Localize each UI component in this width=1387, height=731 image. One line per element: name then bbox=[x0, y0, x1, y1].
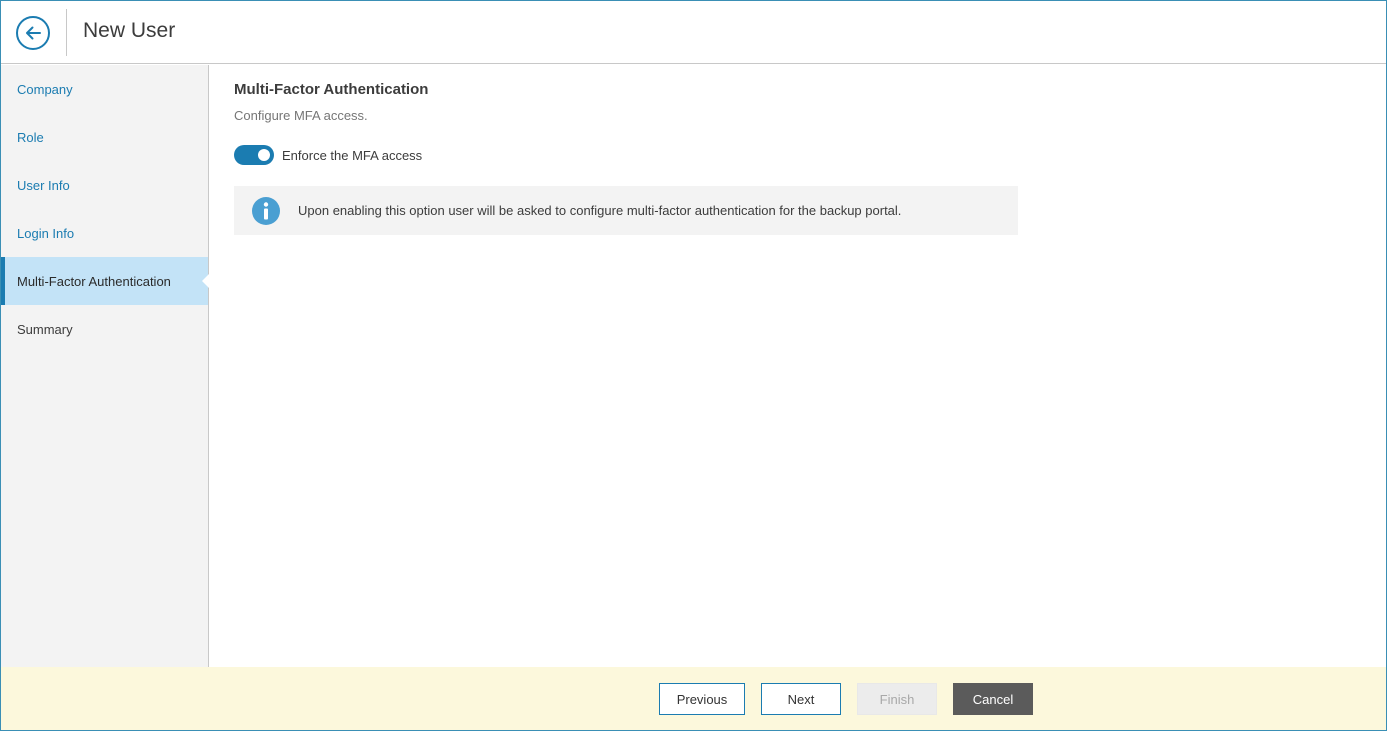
sidebar-item-summary[interactable]: Summary bbox=[1, 305, 208, 353]
sidebar-item-label: Company bbox=[17, 81, 73, 97]
back-button[interactable] bbox=[16, 16, 50, 50]
sidebar-item-role[interactable]: Role bbox=[1, 113, 208, 161]
sidebar-item-label: Summary bbox=[17, 321, 73, 337]
enforce-mfa-toggle[interactable] bbox=[234, 145, 274, 165]
info-message-box: Upon enabling this option user will be a… bbox=[234, 186, 1018, 235]
wizard-footer: Previous Next Finish Cancel bbox=[1, 667, 1386, 730]
cancel-button[interactable]: Cancel bbox=[953, 683, 1033, 715]
arrow-left-icon bbox=[26, 26, 41, 40]
enforce-mfa-label: Enforce the MFA access bbox=[282, 147, 423, 163]
enforce-mfa-row: Enforce the MFA access bbox=[234, 145, 422, 165]
info-icon bbox=[252, 196, 280, 225]
section-title: Multi-Factor Authentication bbox=[234, 81, 429, 98]
toggle-knob bbox=[258, 149, 270, 161]
sidebar-item-multi-factor-authentication[interactable]: Multi-Factor Authentication bbox=[1, 257, 209, 305]
header-divider bbox=[66, 9, 67, 56]
next-button[interactable]: Next bbox=[761, 683, 841, 715]
sidebar-item-login-info[interactable]: Login Info bbox=[1, 209, 208, 257]
finish-button[interactable]: Finish bbox=[857, 683, 937, 715]
info-message-text: Upon enabling this option user will be a… bbox=[298, 203, 902, 218]
new-user-wizard-window: New User Company Role User Info Login In… bbox=[0, 0, 1387, 731]
wizard-steps-sidebar: Company Role User Info Login Info Multi-… bbox=[1, 65, 209, 667]
previous-button[interactable]: Previous bbox=[659, 683, 745, 715]
sidebar-item-label: User Info bbox=[17, 177, 70, 193]
sidebar-item-user-info[interactable]: User Info bbox=[1, 161, 208, 209]
sidebar-item-label: Role bbox=[17, 129, 44, 145]
sidebar-item-label: Multi-Factor Authentication bbox=[17, 273, 171, 289]
section-subtitle: Configure MFA access. bbox=[234, 108, 368, 123]
sidebar-item-company[interactable]: Company bbox=[1, 65, 208, 113]
page-title: New User bbox=[83, 19, 176, 42]
sidebar-item-label: Login Info bbox=[17, 225, 75, 241]
header: New User bbox=[1, 1, 1386, 64]
